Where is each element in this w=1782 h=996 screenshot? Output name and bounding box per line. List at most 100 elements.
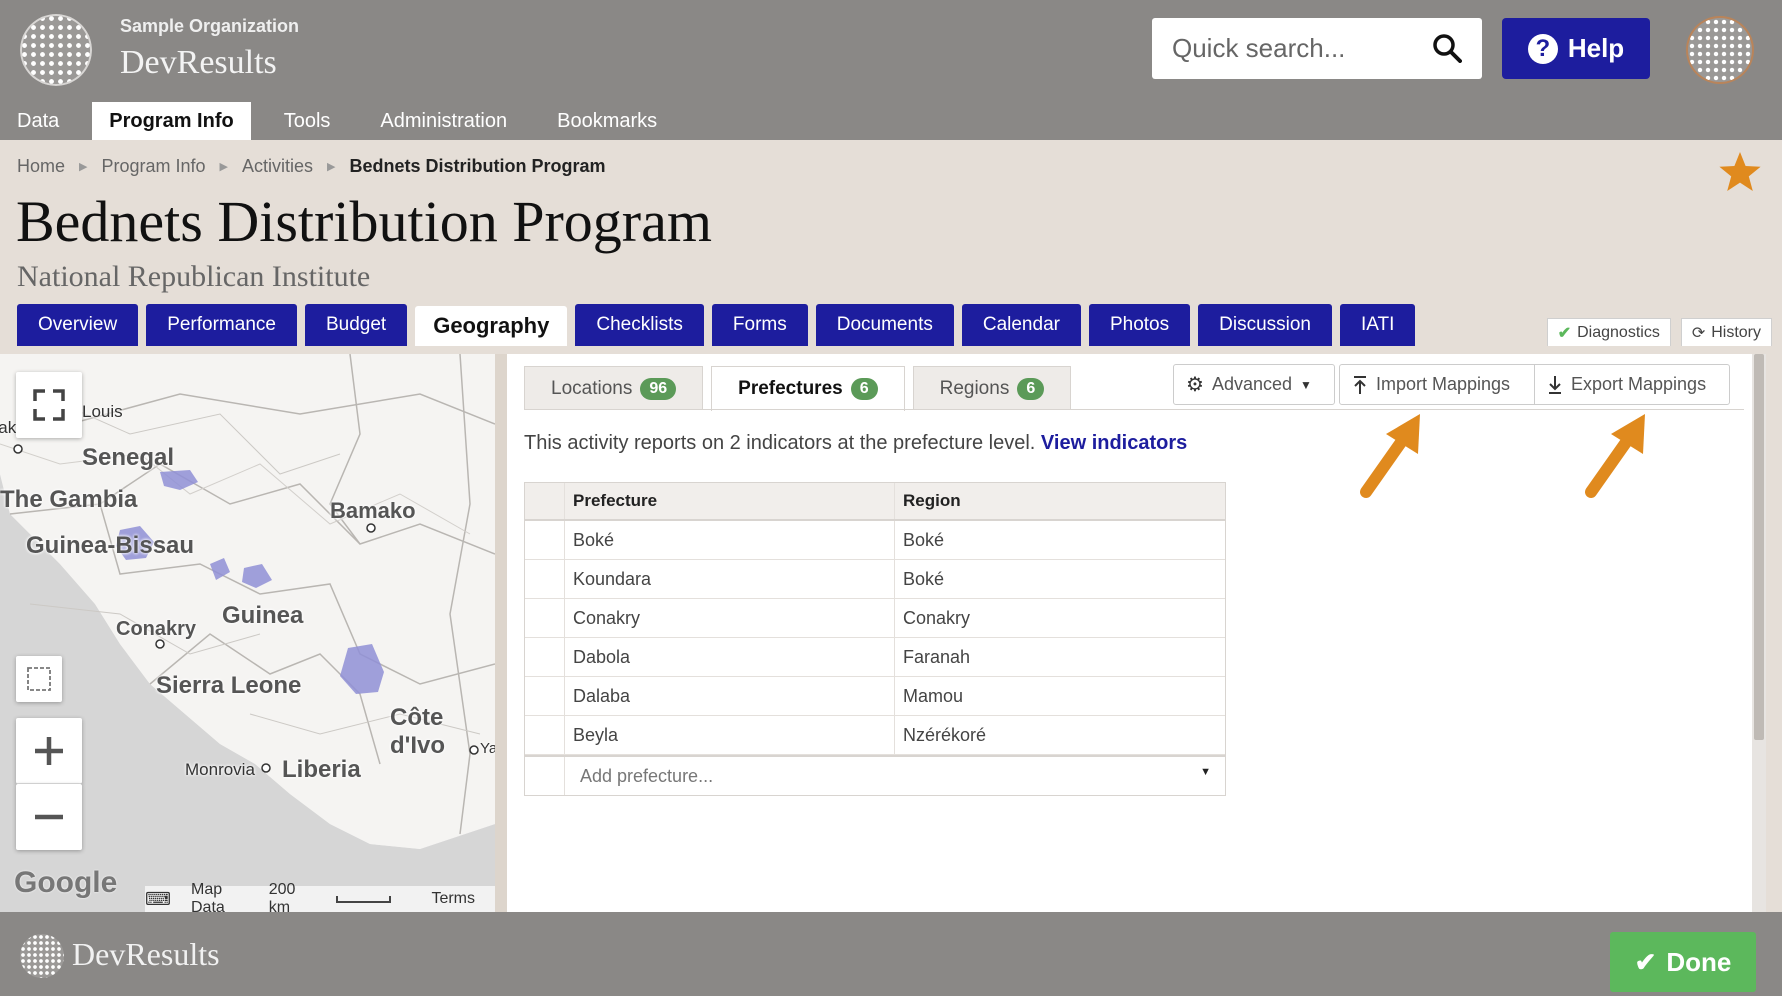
tab-discussion[interactable]: Discussion	[1198, 304, 1332, 346]
prefecture-grid: Prefecture Region Boké Boké Koundara Bok…	[524, 482, 1226, 796]
map-scale-label: 200 km	[268, 881, 296, 912]
question-circle-icon: ?	[1527, 33, 1558, 64]
subtab-regions[interactable]: Regions 6	[912, 366, 1072, 410]
diagnostics-tab[interactable]: ✔ Diagnostics	[1546, 318, 1671, 346]
table-row[interactable]: Dalaba Mamou	[525, 677, 1225, 716]
map-label-guinea-bissau: Guinea-Bissau	[26, 532, 195, 559]
map-zoom-in-button[interactable]	[16, 718, 82, 784]
map-select-area-button[interactable]	[16, 656, 62, 702]
column-header-region[interactable]: Region	[895, 483, 1225, 519]
subtab-locations-label: Locations	[551, 377, 633, 399]
footer-brand: DevResults	[72, 936, 220, 972]
view-indicators-link[interactable]: View indicators	[1041, 432, 1187, 454]
app-name: DevResults	[120, 44, 277, 81]
table-row[interactable]: Conakry Conakry	[525, 599, 1225, 638]
map-label-senegal: Senegal	[82, 444, 175, 471]
row-handle[interactable]	[525, 716, 565, 754]
prefecture-cell: Koundara	[565, 560, 895, 598]
scale-bar	[335, 895, 392, 903]
annotation-arrow-icon	[1360, 414, 1420, 498]
download-icon	[1549, 375, 1561, 394]
nav-administration[interactable]: Administration	[363, 102, 524, 140]
tab-performance[interactable]: Performance	[146, 304, 297, 346]
count-badge: 6	[850, 378, 878, 400]
map-zoom-out-button[interactable]	[16, 784, 82, 850]
nav-tools[interactable]: Tools	[267, 102, 348, 140]
nav-bookmarks[interactable]: Bookmarks	[540, 102, 674, 140]
export-mappings-label: Export Mappings	[1571, 374, 1707, 394]
nav-data[interactable]: Data	[0, 102, 76, 140]
map-data-link[interactable]: Map Data	[191, 881, 249, 912]
geography-content: Locations 96 Prefectures 6 Regions 6 ⚙ A…	[507, 354, 1752, 912]
prefecture-cell: Boké	[565, 521, 895, 559]
gear-icon: ⚙	[1186, 374, 1204, 396]
breadcrumb-program-info[interactable]: Program Info	[101, 156, 205, 177]
map-panel[interactable]: Louis Dakar Senegal The Gambia Bamako Gu…	[0, 354, 495, 912]
history-tab[interactable]: ⟳ History	[1680, 318, 1772, 346]
star-icon[interactable]	[1718, 150, 1762, 194]
tab-photos[interactable]: Photos	[1088, 304, 1191, 346]
side-tabs: ✔ Diagnostics ⟳ History	[1546, 318, 1772, 346]
map-scale: 200 km	[269, 881, 412, 912]
map-fullscreen-button[interactable]	[16, 372, 82, 438]
row-handle[interactable]	[525, 677, 565, 715]
search-icon[interactable]	[1432, 33, 1462, 63]
map-label-monrovia: Monrovia	[185, 760, 255, 779]
org-logo-icon[interactable]	[20, 14, 92, 86]
row-handle[interactable]	[525, 560, 565, 598]
help-button[interactable]: ? Help	[1502, 18, 1650, 79]
history-icon: ⟳	[1691, 324, 1706, 342]
subtab-prefectures[interactable]: Prefectures 6	[711, 366, 905, 411]
diagnostics-label: Diagnostics	[1577, 323, 1660, 341]
tab-budget[interactable]: Budget	[304, 304, 408, 346]
map-label-conakry: Conakry	[116, 618, 197, 640]
minus-icon	[35, 814, 63, 820]
done-button[interactable]: ✔ Done	[1610, 932, 1756, 992]
top-header: Sample Organization DevResults ? Help Da…	[0, 0, 1782, 140]
tab-iati[interactable]: IATI	[1340, 304, 1416, 346]
tab-documents[interactable]: Documents	[815, 304, 954, 346]
geography-subtabs: Locations 96 Prefectures 6 Regions 6	[524, 366, 1079, 411]
count-badge: 96	[640, 377, 677, 400]
row-handle[interactable]	[525, 521, 565, 559]
caret-down-icon: ▼	[1200, 765, 1211, 778]
tab-geography[interactable]: Geography	[415, 306, 568, 346]
check-icon: ✔	[1557, 324, 1572, 342]
keyboard-icon[interactable]: ⌨	[145, 889, 171, 910]
breadcrumb-activities[interactable]: Activities	[242, 156, 313, 177]
prefecture-cell: Dalaba	[565, 677, 895, 715]
table-row[interactable]: Dabola Faranah	[525, 638, 1225, 677]
advanced-label: Advanced	[1211, 374, 1292, 394]
tab-checklists[interactable]: Checklists	[575, 304, 704, 346]
scrollbar-thumb[interactable]	[1754, 354, 1764, 740]
nav-program-info[interactable]: Program Info	[92, 102, 251, 140]
table-row[interactable]: Beyla Nzérékoré	[525, 716, 1225, 755]
column-header-prefecture[interactable]: Prefecture	[565, 483, 895, 519]
row-handle[interactable]	[525, 638, 565, 676]
tab-overview[interactable]: Overview	[17, 304, 139, 346]
history-label: History	[1711, 323, 1761, 341]
tab-forms[interactable]: Forms	[711, 304, 808, 346]
table-row[interactable]: Koundara Boké	[525, 560, 1225, 599]
export-mappings-button[interactable]: Export Mappings	[1534, 364, 1730, 405]
add-prefecture-row: Add prefecture... ▼	[525, 755, 1225, 795]
row-handle[interactable]	[525, 599, 565, 637]
map-label-ya: Ya	[480, 740, 495, 757]
advanced-dropdown-button[interactable]: ⚙ Advanced ▼	[1173, 364, 1335, 405]
map-terms-link[interactable]: Terms	[431, 890, 475, 908]
map-label-louis: Louis	[82, 402, 123, 421]
footer-logo-icon	[20, 934, 64, 978]
add-prefecture-select[interactable]: Add prefecture... ▼	[565, 766, 1225, 787]
subtab-locations[interactable]: Locations 96	[524, 366, 704, 410]
user-avatar[interactable]	[1688, 18, 1752, 82]
page-scrollbar[interactable]	[1752, 354, 1766, 912]
check-icon: ✔	[1634, 946, 1657, 977]
page-title: Bednets Distribution Program	[16, 189, 712, 254]
tab-calendar[interactable]: Calendar	[961, 304, 1081, 346]
annotation-arrow-icon	[1585, 414, 1645, 498]
search-input[interactable]	[1172, 18, 1422, 79]
map-resize-handle[interactable]	[495, 354, 507, 912]
breadcrumb-home[interactable]: Home	[17, 156, 65, 177]
import-mappings-button[interactable]: Import Mappings	[1339, 364, 1535, 405]
table-row[interactable]: Boké Boké	[525, 521, 1225, 560]
